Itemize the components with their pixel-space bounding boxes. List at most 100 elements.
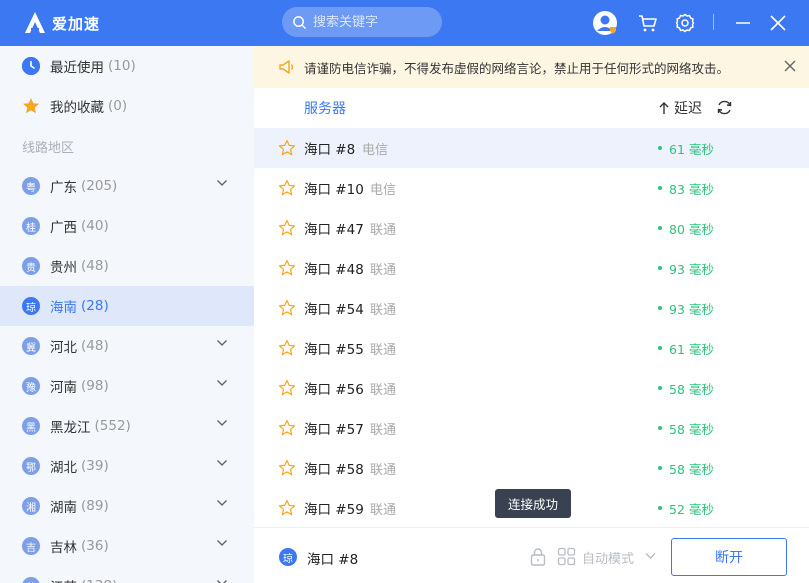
server-isp: 联通 (370, 382, 397, 398)
current-server-name: 海口 #8 (307, 552, 359, 568)
sort-latency-button[interactable]: 延迟 (658, 98, 702, 118)
favorite-star-icon[interactable] (278, 139, 296, 157)
server-row[interactable]: 海口 #54 联通 93 毫秒 (254, 288, 809, 328)
refresh-icon[interactable] (716, 99, 733, 116)
close-button[interactable] (764, 9, 792, 37)
server-name: 海口 #57 (304, 422, 364, 438)
section-title-regions: 线路地区 (22, 140, 75, 156)
cart-button[interactable] (634, 9, 662, 37)
favorite-star-icon[interactable] (278, 179, 296, 197)
sidebar-region-item[interactable]: 鄂湖北 (39) (0, 446, 254, 486)
notice-close-icon[interactable] (783, 59, 797, 73)
server-row[interactable]: 海口 #55 联通 61 毫秒 (254, 328, 809, 368)
server-row[interactable]: 海口 #56 联通 58 毫秒 (254, 368, 809, 408)
server-row[interactable]: 海口 #47 联通 80 毫秒 (254, 208, 809, 248)
ping-dot (658, 186, 662, 190)
sidebar-item-label: 江苏 (50, 576, 77, 583)
notice-bar: 请谨防电信诈骗，不得发布虚假的网络言论，禁止用于任何形式的网络攻击。 (254, 46, 809, 88)
favorite-star-icon[interactable] (278, 419, 296, 437)
server-row[interactable]: 海口 #10 电信 83 毫秒 (254, 168, 809, 208)
sidebar-item-label: 河北 (50, 340, 77, 356)
favorite-star-icon[interactable] (278, 379, 296, 397)
sidebar-item-count: (48) (81, 338, 109, 354)
favorite-star-icon[interactable] (278, 259, 296, 277)
sidebar-item-count: (28) (81, 298, 109, 314)
sidebar-region-item[interactable]: 粤广东 (205) (0, 166, 254, 206)
sidebar-item-label: 河南 (50, 380, 77, 396)
sidebar-region-item[interactable]: 吉吉林 (36) (0, 526, 254, 566)
chevron-down-icon[interactable] (216, 179, 228, 187)
sidebar-item-count: (10) (108, 58, 136, 74)
sidebar-item-count: (89) (81, 498, 109, 514)
server-name: 海口 #48 (304, 262, 364, 278)
user-avatar-button[interactable] (591, 9, 619, 37)
sidebar-region-item[interactable]: 贵贵州 (48) (0, 246, 254, 286)
sidebar-item-label: 贵州 (50, 260, 77, 276)
titlebar-divider (713, 14, 714, 30)
logo-icon (22, 10, 48, 36)
server-row[interactable]: 海口 #8 电信 61 毫秒 (254, 128, 809, 168)
sidebar-item-label: 黑龙江 (50, 420, 91, 436)
chevron-down-icon[interactable] (216, 419, 228, 427)
favorite-star-icon[interactable] (278, 459, 296, 477)
sidebar: 最近使用 (10) 我的收藏 (0) 线路地区 粤广东 (205) 桂广西 (40) 贵… (0, 46, 254, 583)
sidebar-item-recent[interactable]: 最近使用 (10) (0, 46, 254, 86)
favorite-star-icon[interactable] (278, 339, 296, 357)
server-ping: 61 毫秒 (658, 339, 714, 358)
sidebar-item-count: (205) (81, 178, 118, 194)
region-badge: 冀 (22, 337, 40, 355)
ping-dot (658, 506, 662, 510)
server-ping: 58 毫秒 (658, 379, 714, 398)
search-icon (293, 15, 307, 29)
ping-value: 52 毫秒 (669, 501, 714, 517)
server-isp: 联通 (370, 502, 397, 518)
sidebar-item-label: 我的收藏 (50, 100, 104, 116)
server-isp: 电信 (362, 142, 389, 158)
mode-select-label[interactable]: 自动模式 (582, 548, 634, 567)
server-name: 海口 #56 (304, 382, 364, 398)
chevron-down-icon[interactable] (216, 459, 228, 467)
server-isp: 联通 (370, 262, 397, 278)
gear-icon (675, 13, 695, 33)
server-name: 海口 #8 (304, 142, 356, 158)
sidebar-region-item[interactable]: 豫河南 (98) (0, 366, 254, 406)
favorite-star-icon[interactable] (278, 219, 296, 237)
search-input[interactable] (313, 14, 433, 30)
region-badge: 贵 (22, 257, 40, 275)
server-row[interactable]: 海口 #48 联通 93 毫秒 (254, 248, 809, 288)
ping-value: 58 毫秒 (669, 421, 714, 437)
chevron-down-icon[interactable] (216, 499, 228, 507)
region-badge: 桂 (22, 217, 40, 235)
connected-tooltip: 连接成功 (495, 489, 571, 518)
sidebar-region-item[interactable]: 湘湖南 (89) (0, 486, 254, 526)
server-list-header: 服务器 延迟 (254, 88, 809, 128)
favorite-star-icon[interactable] (278, 499, 296, 517)
sidebar-item-favorites[interactable]: 我的收藏 (0) (0, 86, 254, 126)
server-row[interactable]: 海口 #57 联通 58 毫秒 (254, 408, 809, 448)
sidebar-item-count: (48) (81, 258, 109, 274)
sidebar-region-item[interactable]: 琼海南 (28) (0, 286, 254, 326)
disconnect-button[interactable]: 断开 (671, 538, 787, 576)
sidebar-region-item[interactable]: 黑黑龙江 (552) (0, 406, 254, 446)
sidebar-item-count: (0) (108, 98, 128, 114)
sidebar-item-count: (40) (81, 218, 109, 234)
chevron-down-icon[interactable] (216, 539, 228, 547)
favorite-star-icon[interactable] (278, 299, 296, 317)
app-title: 爱加速 (52, 14, 101, 33)
server-row[interactable]: 海口 #58 联通 58 毫秒 (254, 448, 809, 488)
region-badge: 鄂 (22, 457, 40, 475)
minimize-icon (736, 22, 750, 24)
settings-button[interactable] (671, 9, 699, 37)
lock-icon[interactable] (529, 547, 547, 566)
minimize-button[interactable] (729, 9, 757, 37)
search-box[interactable] (282, 7, 442, 37)
chevron-down-icon[interactable] (216, 579, 228, 583)
app-logo: 爱加速 (22, 10, 100, 36)
sidebar-region-item[interactable]: 冀河北 (48) (0, 326, 254, 366)
sidebar-region-item[interactable]: 桂广西 (40) (0, 206, 254, 246)
sidebar-region-item[interactable]: 苏 江苏 (138) (0, 566, 254, 583)
chevron-down-icon[interactable] (216, 379, 228, 387)
chevron-down-icon[interactable] (645, 552, 656, 560)
server-isp: 联通 (370, 422, 397, 438)
chevron-down-icon[interactable] (216, 339, 228, 347)
